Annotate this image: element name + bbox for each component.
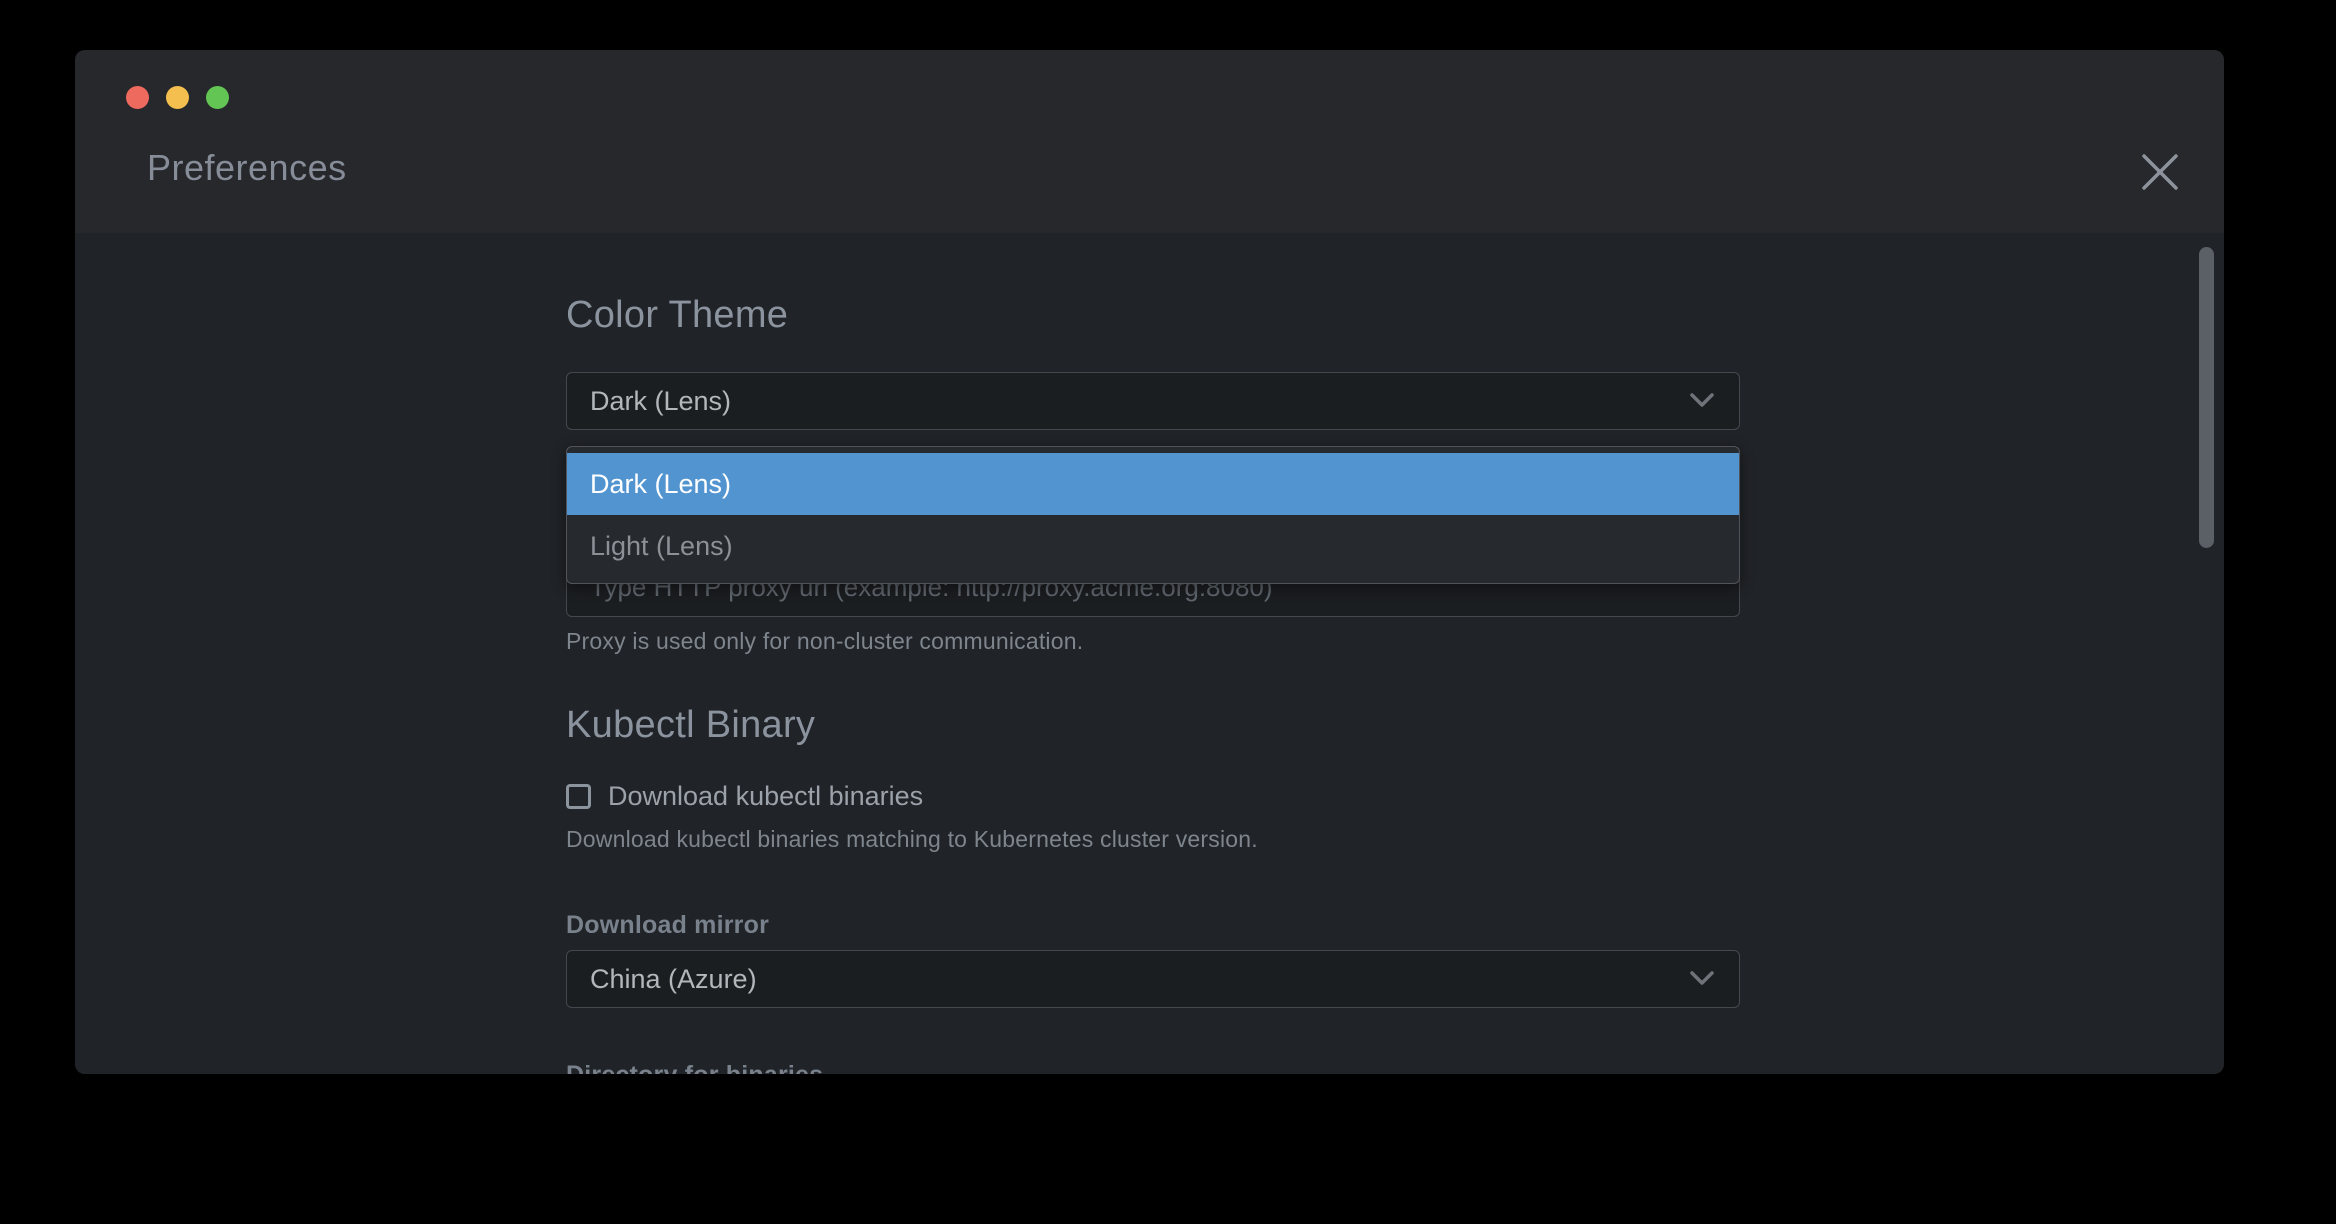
preferences-window: Preferences Color Theme Dark (Lens) Dark… (75, 50, 2224, 1074)
color-theme-heading: Color Theme (566, 294, 1740, 337)
directory-for-binaries-label: Directory for binaries (566, 1061, 1740, 1074)
maximize-traffic-light-icon[interactable] (206, 86, 229, 109)
download-mirror-selected-value: China (Azure) (590, 964, 1690, 995)
color-theme-dropdown: Dark (Lens) Light (Lens) (566, 446, 1740, 584)
dropdown-option-light-lens[interactable]: Light (Lens) (567, 515, 1739, 577)
download-kubectl-checkbox-row[interactable]: Download kubectl binaries (566, 781, 1740, 812)
download-kubectl-checkbox-label: Download kubectl binaries (608, 781, 923, 812)
color-theme-select[interactable]: Dark (Lens) (566, 372, 1740, 430)
traffic-lights (126, 86, 229, 109)
close-button[interactable] (2136, 148, 2184, 196)
kubectl-description-text: Download kubectl binaries matching to Ku… (566, 826, 1740, 853)
download-kubectl-checkbox[interactable] (566, 784, 591, 809)
proxy-help-text: Proxy is used only for non-cluster commu… (566, 628, 1740, 655)
minimize-traffic-light-icon[interactable] (166, 86, 189, 109)
chevron-down-icon (1690, 971, 1714, 987)
download-mirror-label: Download mirror (566, 911, 1740, 940)
dropdown-option-dark-lens[interactable]: Dark (Lens) (567, 453, 1739, 515)
page-title: Preferences (147, 147, 347, 189)
preferences-content: Color Theme Dark (Lens) Dark (Lens) Ligh… (75, 233, 2224, 1074)
close-traffic-light-icon[interactable] (126, 86, 149, 109)
download-mirror-select[interactable]: China (Azure) (566, 950, 1740, 1008)
chevron-down-icon (1690, 393, 1714, 409)
color-theme-selected-value: Dark (Lens) (590, 386, 1690, 417)
vertical-scrollbar-thumb[interactable] (2199, 247, 2214, 548)
close-icon (2138, 150, 2182, 194)
kubectl-binary-heading: Kubectl Binary (566, 704, 1740, 747)
titlebar: Preferences (75, 50, 2224, 233)
